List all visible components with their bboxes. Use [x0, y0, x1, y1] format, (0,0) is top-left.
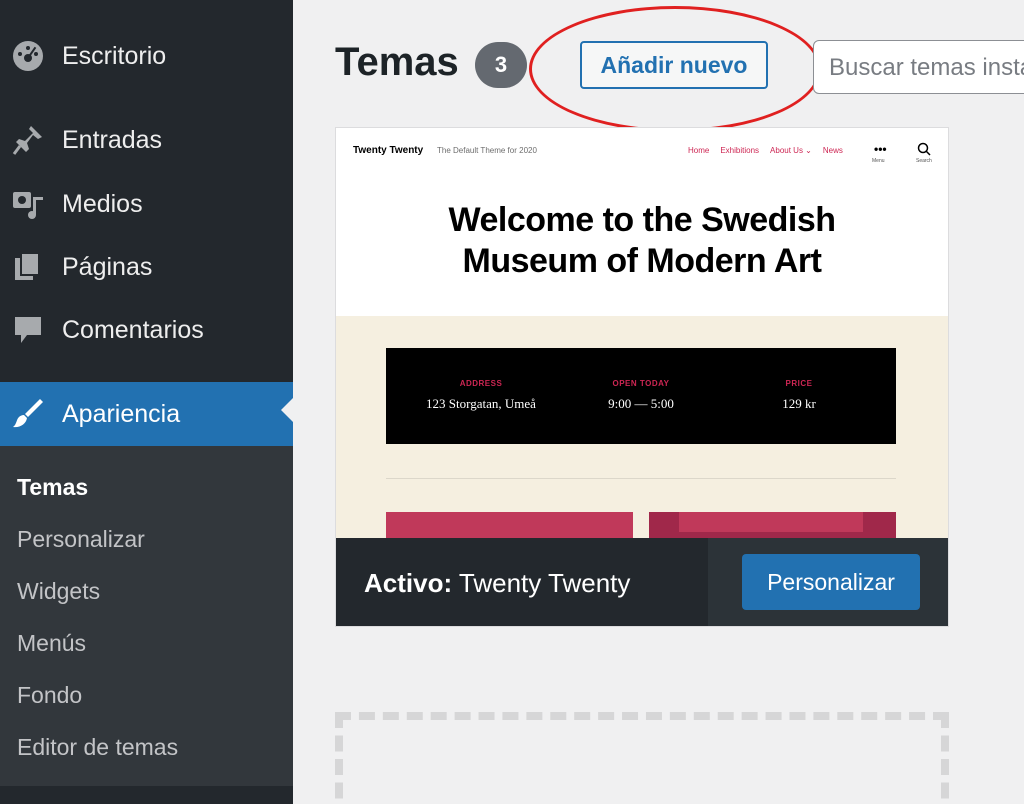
main-content: Temas 3 Añadir nuevo Buscar temas instal…	[293, 0, 1024, 804]
page-title: Temas	[335, 40, 459, 84]
preview-nav-item: Exhibitions	[720, 146, 760, 155]
preview-nav-item: News	[822, 146, 843, 155]
info-column: ADDRESS 123 Storgatan, Umeå	[411, 379, 551, 412]
comments-icon	[10, 312, 46, 348]
theme-screenshot-body: ADDRESS 123 Storgatan, Umeå OPEN TODAY 9…	[336, 316, 948, 540]
preview-nav-item: Home	[688, 146, 710, 155]
sidebar-item-comentarios[interactable]: Comentarios	[0, 302, 293, 358]
info-column: OPEN TODAY 9:00 — 5:00	[571, 379, 711, 412]
preview-nav: Home Exhibitions About Us ⌄ News	[688, 146, 843, 155]
sidebar-item-label: Escritorio	[62, 41, 167, 70]
sidebar-item-label: Entradas	[62, 125, 163, 154]
theme-count-badge: 3	[475, 42, 527, 88]
sidebar-item-escritorio[interactable]: Escritorio	[0, 28, 293, 84]
theme-actions: Personalizar	[708, 538, 948, 626]
preview-site-title: Twenty Twenty	[353, 145, 424, 156]
active-theme-name: Twenty Twenty	[458, 568, 631, 598]
info-label: OPEN TODAY	[612, 379, 670, 388]
preview-separator	[386, 478, 896, 479]
preview-image-block	[649, 512, 896, 540]
media-icon	[10, 186, 46, 222]
submenu-editor-de-temas[interactable]: Editor de temas	[17, 734, 178, 761]
theme-card-twenty-twenty[interactable]: Twenty Twenty The Default Theme for 2020…	[335, 127, 949, 627]
info-value: 123 Storgatan, Umeå	[426, 396, 536, 411]
preview-info-bar: ADDRESS 123 Storgatan, Umeå OPEN TODAY 9…	[386, 348, 896, 444]
search-themes-input[interactable]: Buscar temas instalados...	[813, 40, 1024, 94]
sidebar-item-medios[interactable]: Medios	[0, 176, 293, 232]
brush-icon	[10, 396, 46, 432]
info-value: 129 kr	[782, 396, 816, 411]
pages-icon	[10, 249, 46, 285]
sidebar-item-apariencia[interactable]: Apariencia	[0, 382, 293, 446]
preview-search-caption: Search	[916, 158, 932, 164]
sidebar-item-paginas[interactable]: Páginas	[0, 239, 293, 295]
submenu-personalizar[interactable]: Personalizar	[17, 526, 145, 553]
more-dots-icon: •••	[874, 142, 887, 156]
highlight-annotation	[529, 6, 821, 132]
info-column: PRICE 129 kr	[729, 379, 869, 412]
info-label: ADDRESS	[459, 379, 503, 388]
dashboard-icon	[10, 38, 46, 74]
appearance-submenu: Temas Personalizar Widgets Menús Fondo E…	[0, 446, 293, 786]
preview-image-block	[386, 512, 633, 540]
preview-menu-caption: Menu	[872, 158, 885, 164]
sidebar-item-label: Apariencia	[62, 399, 181, 428]
preview-hero-heading: Welcome to the Swedish Museum of Modern …	[336, 200, 948, 282]
hero-line: Welcome to the Swedish	[448, 201, 836, 239]
active-prefix: Activo:	[364, 568, 453, 598]
theme-card-footer: Activo: Twenty Twenty Personalizar	[336, 538, 948, 626]
preview-nav-item: About Us ⌄	[770, 146, 812, 155]
submenu-widgets[interactable]: Widgets	[17, 578, 100, 605]
sidebar-item-entradas[interactable]: Entradas	[0, 112, 293, 168]
sidebar-item-label: Comentarios	[62, 315, 204, 344]
add-new-theme-placeholder[interactable]	[335, 712, 949, 804]
sidebar-item-label: Medios	[62, 189, 143, 218]
active-theme-label: Activo: Twenty Twenty	[364, 568, 630, 599]
submenu-fondo[interactable]: Fondo	[17, 682, 82, 709]
pin-icon	[10, 122, 46, 158]
info-value: 9:00 — 5:00	[608, 396, 674, 411]
preview-tagline: The Default Theme for 2020	[437, 146, 537, 155]
submenu-menus[interactable]: Menús	[17, 630, 86, 657]
admin-sidebar: Escritorio Entradas Medios Páginas Comen…	[0, 0, 293, 804]
theme-screenshot: Twenty Twenty The Default Theme for 2020…	[336, 128, 948, 316]
hero-line: Museum of Modern Art	[462, 242, 822, 280]
sidebar-item-label: Páginas	[62, 252, 153, 281]
info-label: PRICE	[785, 379, 813, 388]
search-icon	[917, 142, 931, 156]
submenu-temas[interactable]: Temas	[17, 474, 88, 501]
customize-button[interactable]: Personalizar	[742, 554, 920, 610]
